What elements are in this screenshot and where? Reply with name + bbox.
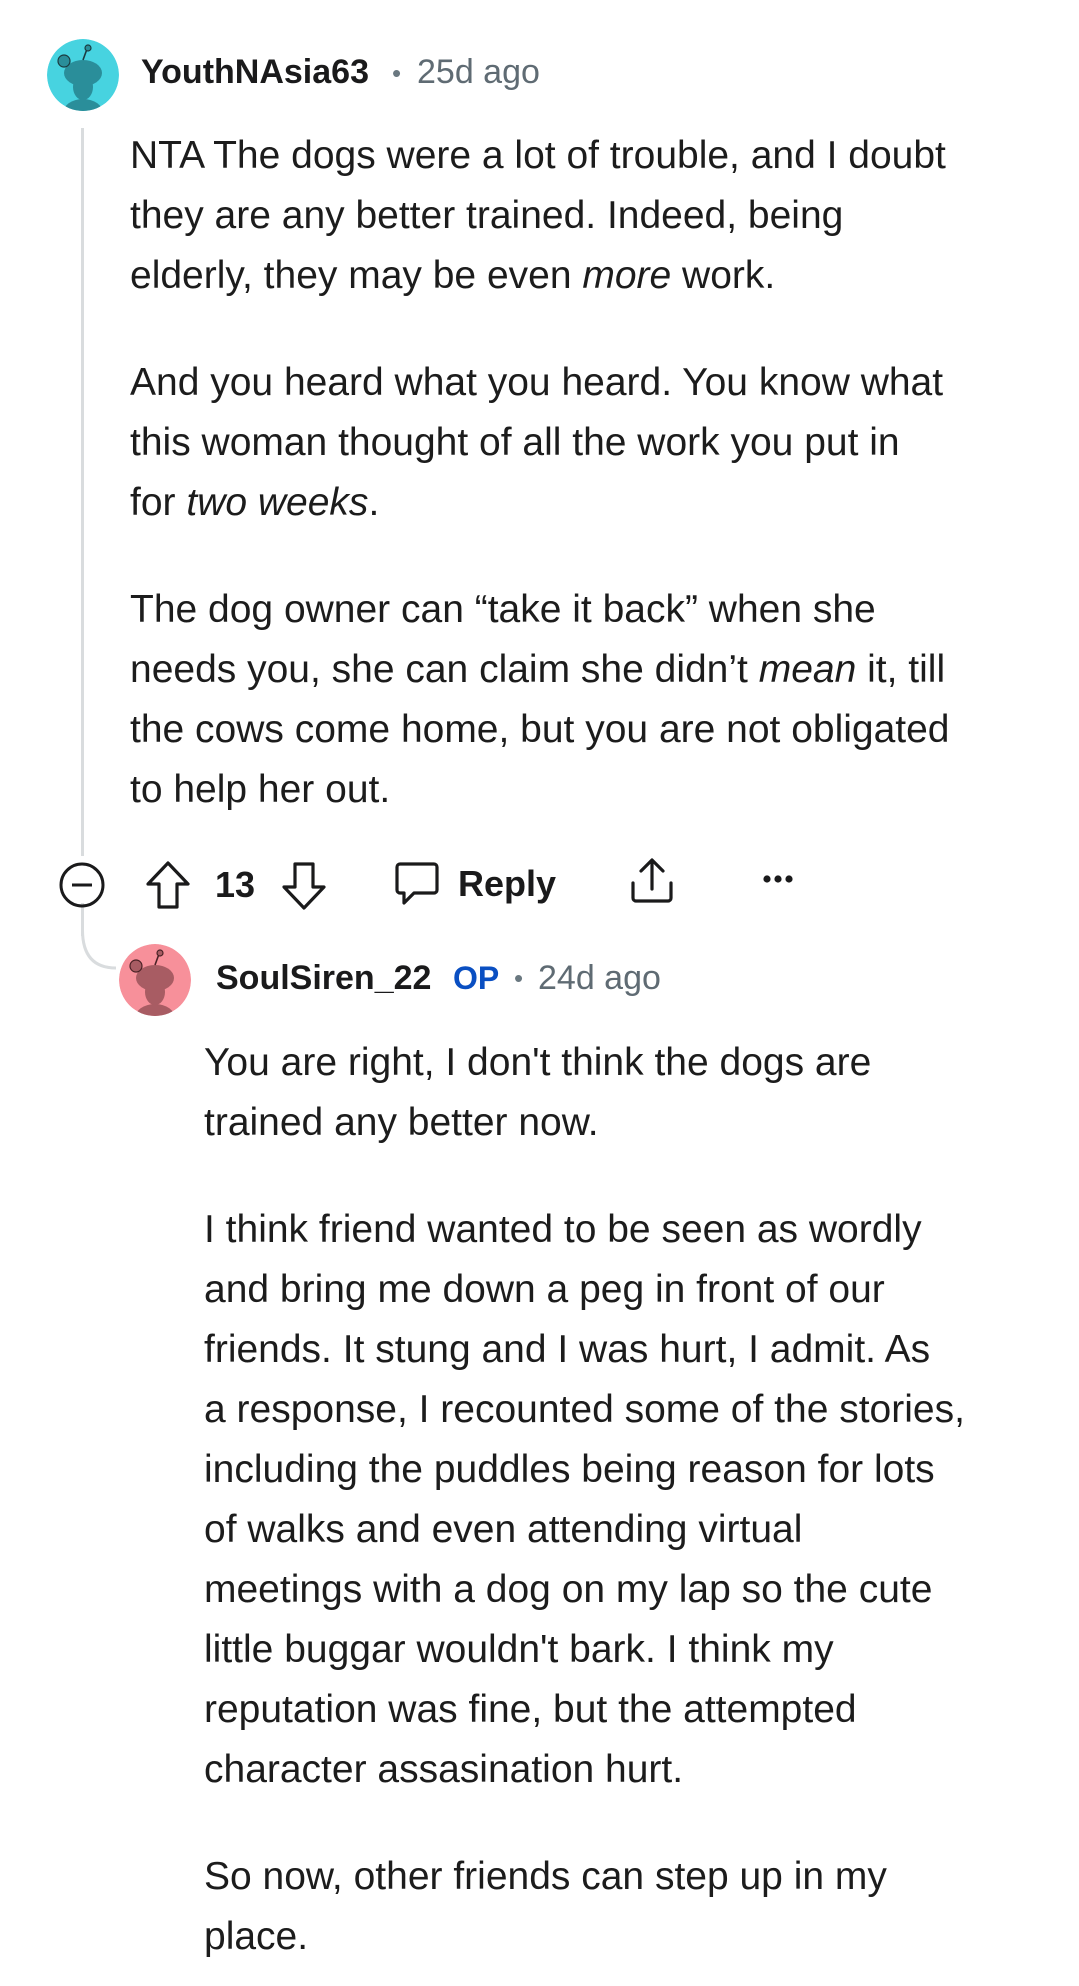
snoo-avatar-icon <box>119 944 191 1016</box>
vote-count: 13 <box>215 864 256 905</box>
comment-paragraph: The dog owner can “take it back” when sh… <box>130 588 950 811</box>
separator-dot: • <box>392 58 402 88</box>
comment-paragraph: You are right, I don't think the dogs ar… <box>204 1041 872 1144</box>
share-button[interactable] <box>628 855 676 905</box>
collapse-minus-icon <box>59 862 105 908</box>
reply-button[interactable]: Reply <box>394 860 556 908</box>
timestamp: 24d ago <box>538 959 661 997</box>
comment-paragraph: So now, other friends can step up in my … <box>204 1855 887 1958</box>
thread-line-branch <box>81 930 117 970</box>
upvote-button[interactable] <box>144 859 192 911</box>
more-options-icon <box>763 875 793 883</box>
username[interactable]: SoulSiren_22 <box>216 959 431 998</box>
avatar[interactable] <box>119 944 191 1016</box>
downvote-arrow-icon <box>282 862 326 910</box>
comment-paragraph: NTA The dogs were a lot of trouble, and … <box>130 134 946 297</box>
thread-line-vertical <box>81 128 84 856</box>
snoo-avatar-icon <box>47 39 119 111</box>
comment-paragraph: And you heard what you heard. You know w… <box>130 361 944 524</box>
upvote-arrow-icon <box>146 861 190 909</box>
collapse-button[interactable] <box>58 861 106 909</box>
username[interactable]: YouthNAsia63 <box>141 53 369 92</box>
more-options-button[interactable] <box>762 873 794 885</box>
downvote-button[interactable] <box>280 860 328 912</box>
comment-paragraph: I think friend wanted to be seen as word… <box>204 1208 965 1791</box>
comment-body: You are right, I don't think the dogs ar… <box>204 1033 965 1967</box>
comment-body: NTA The dogs were a lot of trouble, and … <box>130 126 950 820</box>
op-badge: OP <box>453 960 500 996</box>
reply-label: Reply <box>458 863 557 904</box>
share-icon <box>631 858 673 903</box>
separator-dot: • <box>514 963 524 993</box>
timestamp: 25d ago <box>417 53 540 91</box>
comment-bubble-icon <box>395 862 439 905</box>
avatar[interactable] <box>47 39 119 111</box>
